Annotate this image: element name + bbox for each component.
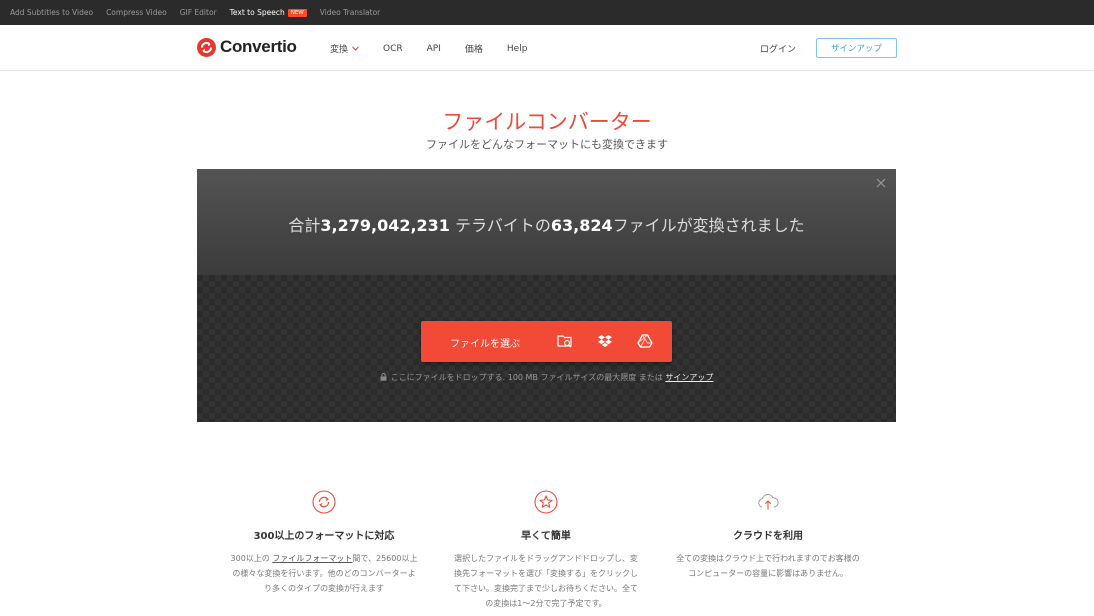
feature-fast-easy: 早くて簡単 選択したファイルをドラッグアンドドロップし、変換先フォーマットを選び… <box>451 490 641 611</box>
tool-link-text-to-speech[interactable]: Text to Speech NEW <box>230 8 307 17</box>
stats-files: 63,824 <box>550 216 613 235</box>
top-tool-bar: Add Subtitles to Video Compress Video GI… <box>0 0 1094 25</box>
tool-link-video-translator[interactable]: Video Translator <box>320 8 381 17</box>
folder-search-icon[interactable] <box>557 333 574 349</box>
feature-fast-easy-text: 選択したファイルをドラッグアンドドロップし、変換先フォーマットを選び「変換する」… <box>454 554 638 608</box>
nav-ocr[interactable]: OCR <box>383 42 403 55</box>
feature-formats-title: 300以上のフォーマットに対応 <box>253 531 395 542</box>
star-circle-icon <box>534 490 558 514</box>
nav-convert[interactable]: 変換 <box>330 42 359 55</box>
page-title: ファイルコンバーター <box>442 110 652 134</box>
new-badge: NEW <box>287 9 307 17</box>
drop-signup-link[interactable]: サインアップ <box>665 373 713 382</box>
feature-cloud-title: クラウドを利用 <box>733 531 803 542</box>
feature-cloud: クラウドを利用 全ての変換はクラウド上で行われますのでお客様のコンピューターの容… <box>673 490 863 581</box>
feature-formats: 300以上のフォーマットに対応 300以上の ファイルフォーマット間で、2560… <box>229 490 419 596</box>
drop-hint: ここにファイルをドロップする. 100 MB ファイルサイズの最大限度 または … <box>197 372 896 383</box>
conversion-stats: 合計3,279,042,231 テラバイトの63,824ファイルが変換されました <box>197 212 896 236</box>
tool-link-text-to-speech-label: Text to Speech <box>229 8 285 17</box>
refresh-circle-icon <box>312 490 336 514</box>
choose-files-label: ファイルを選ぶ <box>450 339 520 350</box>
stats-prefix: 合計 <box>288 216 321 235</box>
nav-pricing[interactable]: 価格 <box>465 42 483 55</box>
convertio-logo-icon <box>197 37 216 57</box>
nav-help[interactable]: Help <box>507 42 528 55</box>
logo[interactable]: Convertio <box>197 37 297 57</box>
tool-link-gif-editor[interactable]: GIF Editor <box>180 8 217 17</box>
lock-icon <box>380 373 387 381</box>
site-header: Convertio 変換 OCR API 価格 Help ログイン サインアップ <box>0 25 1094 71</box>
feature-formats-text-pre: 300以上の <box>230 554 273 563</box>
feature-formats-text: 300以上の ファイルフォーマット間で、25600以上の様々な変換を行います。他… <box>229 551 419 596</box>
stats-mid: テラバイトの <box>449 216 551 235</box>
chevron-down-icon <box>352 46 359 51</box>
logo-text: Convertio <box>220 37 297 56</box>
converter-panel: 合計3,279,042,231 テラバイトの63,824ファイルが変換されました… <box>197 169 896 422</box>
tool-link-add-subtitles[interactable]: Add Subtitles to Video <box>10 8 93 17</box>
dropbox-icon[interactable] <box>597 333 613 349</box>
login-link[interactable]: ログイン <box>760 42 796 55</box>
nav-api[interactable]: API <box>427 42 441 55</box>
main-nav: 変換 OCR API 価格 Help <box>330 42 528 56</box>
close-icon[interactable] <box>876 178 886 188</box>
nav-convert-label: 変換 <box>330 45 349 55</box>
google-drive-icon[interactable] <box>637 333 653 349</box>
choose-files-button[interactable]: ファイルを選ぶ <box>421 321 672 362</box>
signup-button[interactable]: サインアップ <box>816 38 897 58</box>
cloud-upload-icon <box>758 494 779 510</box>
feature-fast-easy-title: 早くて簡単 <box>521 531 571 542</box>
feature-cloud-text: 全ての変換はクラウド上で行われますのでお客様のコンピューターの容量に影響はありま… <box>676 554 860 578</box>
stats-size: 3,279,042,231 <box>320 216 450 235</box>
tool-link-compress-video[interactable]: Compress Video <box>106 8 167 17</box>
page-subtitle: ファイルをどんなフォーマットにも変換できます <box>426 138 668 151</box>
file-formats-link[interactable]: ファイルフォーマット <box>272 554 352 563</box>
stats-suffix: ファイルが変換されました <box>612 216 805 235</box>
drop-hint-text: ここにファイルをドロップする. 100 MB ファイルサイズの最大限度 または <box>390 373 666 382</box>
